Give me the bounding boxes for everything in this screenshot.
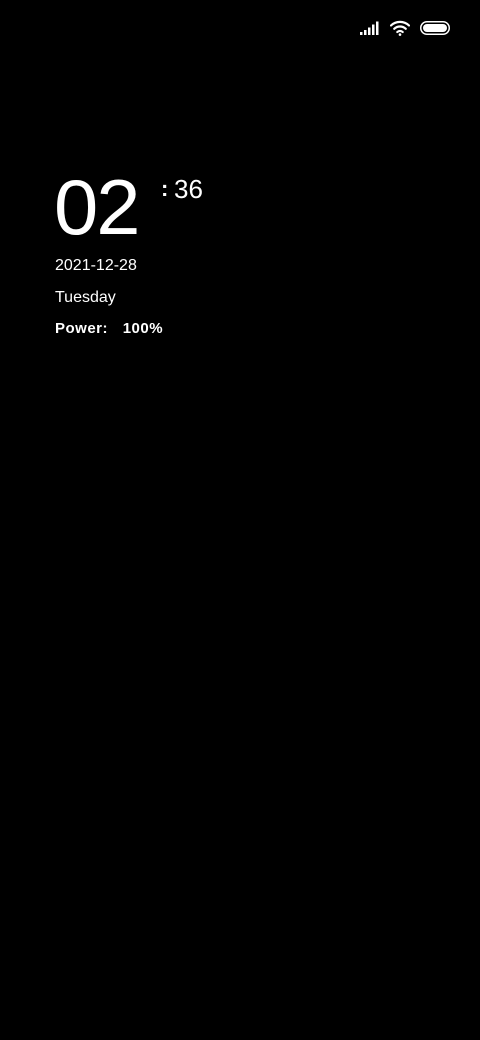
battery-icon xyxy=(420,21,450,35)
power-status: Power: 100% xyxy=(55,320,163,338)
battery-fill xyxy=(423,24,447,32)
weekday-label: Tuesday xyxy=(55,289,116,306)
clock-hours: 02 xyxy=(54,163,140,251)
status-bar xyxy=(360,14,450,42)
date-label: 2021-12-28 xyxy=(55,257,137,274)
signal-icon xyxy=(360,21,380,35)
clock-minutes: 36 xyxy=(174,174,203,204)
power-label: Power: xyxy=(55,320,109,337)
power-value: 100% xyxy=(122,320,164,337)
clock-separator: : xyxy=(161,176,169,201)
wifi-icon xyxy=(390,20,410,36)
